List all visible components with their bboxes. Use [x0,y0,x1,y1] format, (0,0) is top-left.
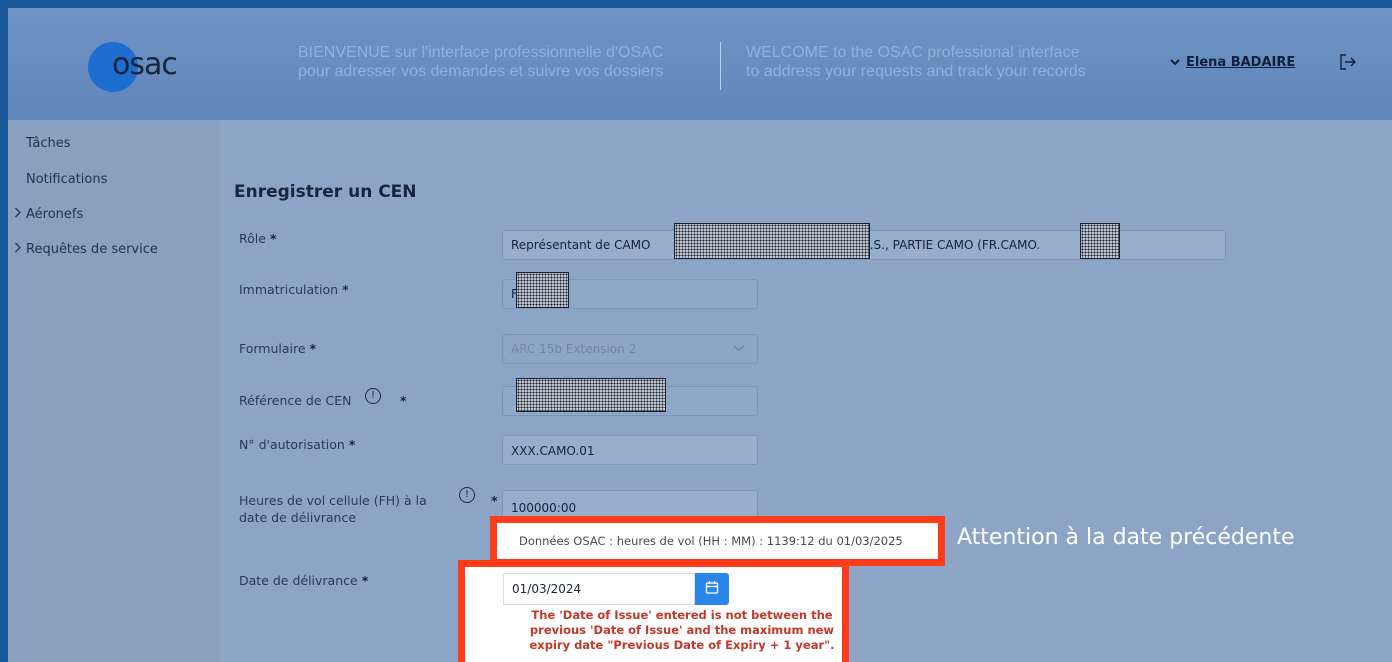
role-value-middle: S.A.S., PARTIE CAMO (FR.CAMO. [850,238,1041,252]
required-marker: * [487,492,498,509]
logo-text: osac [112,47,178,82]
info-icon[interactable]: ! [459,487,475,503]
header: osac BIENVENUE sur l'interface professio… [8,8,1392,120]
chevron-down-icon [1170,55,1180,70]
autorisation-field[interactable]: XXX.CAMO.01 [502,435,758,465]
logout-icon[interactable] [1338,52,1358,72]
welcome-fr-line2: pour adresser vos demandes et suivre vos… [298,63,664,80]
required-marker-text: * [400,393,407,408]
welcome-message-en: WELCOME to the OSAC professional interfa… [746,43,1166,81]
chevron-right-icon [14,207,26,222]
immatriculation-label: Immatriculation * [239,281,349,298]
date-delivrance-label: Date de délivrance * [239,572,368,589]
attention-annotation: Attention à la date précédente [957,525,1295,550]
calendar-icon [705,581,719,594]
redaction-mask [1080,223,1120,259]
redaction-mask [674,223,870,259]
heures-vol-label-line1: Heures de vol cellule (FH) à la [239,493,427,508]
app-window: osac BIENVENUE sur l'interface professio… [8,8,1392,662]
immatriculation-label-text: Immatriculation [239,282,339,297]
user-name[interactable]: Elena BADAIRE [1186,55,1295,70]
redaction-mask [516,272,569,308]
required-marker: * [396,392,407,409]
welcome-fr-line1: BIENVENUE sur l'interface professionnell… [298,44,664,61]
sidebar-item-label: Requêtes de service [26,242,158,257]
user-menu[interactable]: Elena BADAIRE [1170,55,1295,70]
required-marker-text: * [491,493,498,508]
required-marker: * [309,341,317,356]
formulaire-value: ARC 15b Extension 2 [511,342,637,356]
welcome-en-line1: WELCOME to the OSAC professional interfa… [746,44,1080,61]
sidebar-item-taches[interactable]: Tâches [26,136,71,151]
required-marker: * [269,231,277,246]
role-label: Rôle * [239,230,276,247]
reference-cen-label-text: Référence de CEN [239,393,352,408]
welcome-message-fr: BIENVENUE sur l'interface professionnell… [298,43,728,81]
autorisation-label-text: N° d'autorisation [239,437,345,452]
date-error-callout: 01/03/2024 The 'Date of Issue' entered i… [458,560,849,662]
autorisation-label: N° d'autorisation * [239,436,355,453]
sidebar-item-requetes[interactable]: Requêtes de service [14,242,158,257]
osac-data-callout: Données OSAC : heures de vol (HH : MM) :… [490,516,945,566]
heures-vol-value: 100000:00 [511,501,577,515]
heures-vol-label-line2: date de délivrance [239,510,357,525]
required-marker: * [342,282,349,297]
welcome-en-line2: to address your requests and track your … [746,63,1086,80]
required-marker: * [361,573,369,588]
sidebar-item-label: Aéronefs [26,207,84,222]
formulaire-label-text: Formulaire [239,341,306,356]
date-delivrance-input[interactable]: 01/03/2024 [503,573,695,605]
osac-logo[interactable]: osac [88,42,208,92]
role-value-prefix: Représentant de CAMO [511,238,651,252]
header-divider [720,42,721,90]
autorisation-value: XXX.CAMO.01 [511,444,595,458]
info-icon[interactable]: ! [365,388,381,404]
sidebar-item-aeronefs[interactable]: Aéronefs [14,207,83,222]
chevron-right-icon [14,242,26,257]
heures-vol-label: Heures de vol cellule (FH) à la date de … [239,492,449,526]
sidebar-item-notifications[interactable]: Notifications [26,172,107,187]
formulaire-select[interactable]: ARC 15b Extension 2 [502,334,758,364]
reference-cen-label: Référence de CEN [239,392,352,409]
calendar-button[interactable] [695,573,729,605]
sidebar: Tâches Notifications Aéronefs Requêtes d… [8,120,220,662]
redaction-mask [516,378,666,412]
date-delivrance-value: 01/03/2024 [512,582,582,596]
date-delivrance-label-text: Date de délivrance [239,573,358,588]
date-error-message: The 'Date of Issue' entered is not betwe… [529,608,835,652]
page-title: Enregistrer un CEN [234,182,417,202]
formulaire-label: Formulaire * [239,340,316,357]
role-label-text: Rôle [239,231,266,246]
chevron-down-icon [733,341,745,355]
osac-data-text: Données OSAC : heures de vol (HH : MM) :… [519,534,903,548]
required-marker: * [348,437,356,452]
